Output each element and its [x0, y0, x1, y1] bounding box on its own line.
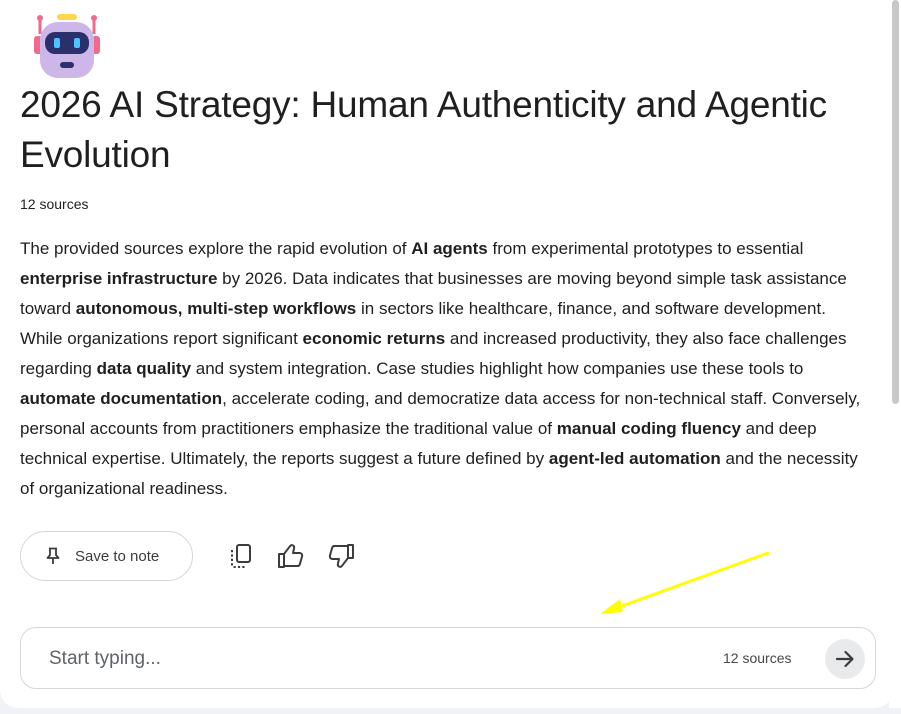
send-button[interactable]: [825, 639, 865, 679]
thumbs-down-button[interactable]: [323, 538, 359, 574]
summary-highlight: agent-led automation: [548, 449, 721, 468]
summary-segment: and system integration. Case studies hig…: [191, 359, 804, 378]
summary-highlight: automate documentation: [20, 389, 223, 408]
summary-segment: from experimental prototypes to essentia…: [487, 239, 804, 258]
chat-composer: 12 sources: [20, 627, 876, 689]
chat-input[interactable]: [49, 644, 609, 674]
composer-source-count: 12 sources: [723, 650, 792, 666]
chat-panel: 2026 AI Strategy: Human Authenticity and…: [0, 0, 893, 708]
summary-segment: The provided sources explore the rapid e…: [20, 239, 412, 258]
annotation-arrow: [600, 551, 770, 614]
robot-icon: [34, 14, 100, 78]
save-to-note-button[interactable]: Save to note: [20, 531, 193, 581]
summary-highlight: AI agents: [411, 239, 488, 258]
thumbs-down-icon: [328, 544, 354, 568]
scrollbar-track[interactable]: [889, 0, 901, 708]
note-title: 2026 AI Strategy: Human Authenticity and…: [20, 84, 827, 175]
summary-highlight: data quality: [96, 359, 192, 378]
copy-icon: [231, 544, 251, 568]
save-to-note-label: Save to note: [75, 547, 160, 565]
pin-icon: [46, 547, 60, 564]
copy-button[interactable]: [223, 538, 259, 574]
source-count: 12 sources: [20, 196, 89, 212]
response-actions: Save to note: [20, 531, 359, 581]
arrow-right-icon: [835, 650, 854, 668]
summary-text: The provided sources explore the rapid e…: [20, 234, 870, 504]
summary-highlight: manual coding fluency: [556, 419, 741, 438]
thumbs-up-button[interactable]: [273, 538, 309, 574]
summary-highlight: enterprise infrastructure: [20, 269, 218, 288]
scrollbar-thumb[interactable]: [892, 0, 899, 404]
thumbs-up-icon: [278, 544, 304, 568]
summary-highlight: autonomous, multi-step workflows: [75, 299, 357, 318]
summary-highlight: economic returns: [302, 329, 446, 348]
